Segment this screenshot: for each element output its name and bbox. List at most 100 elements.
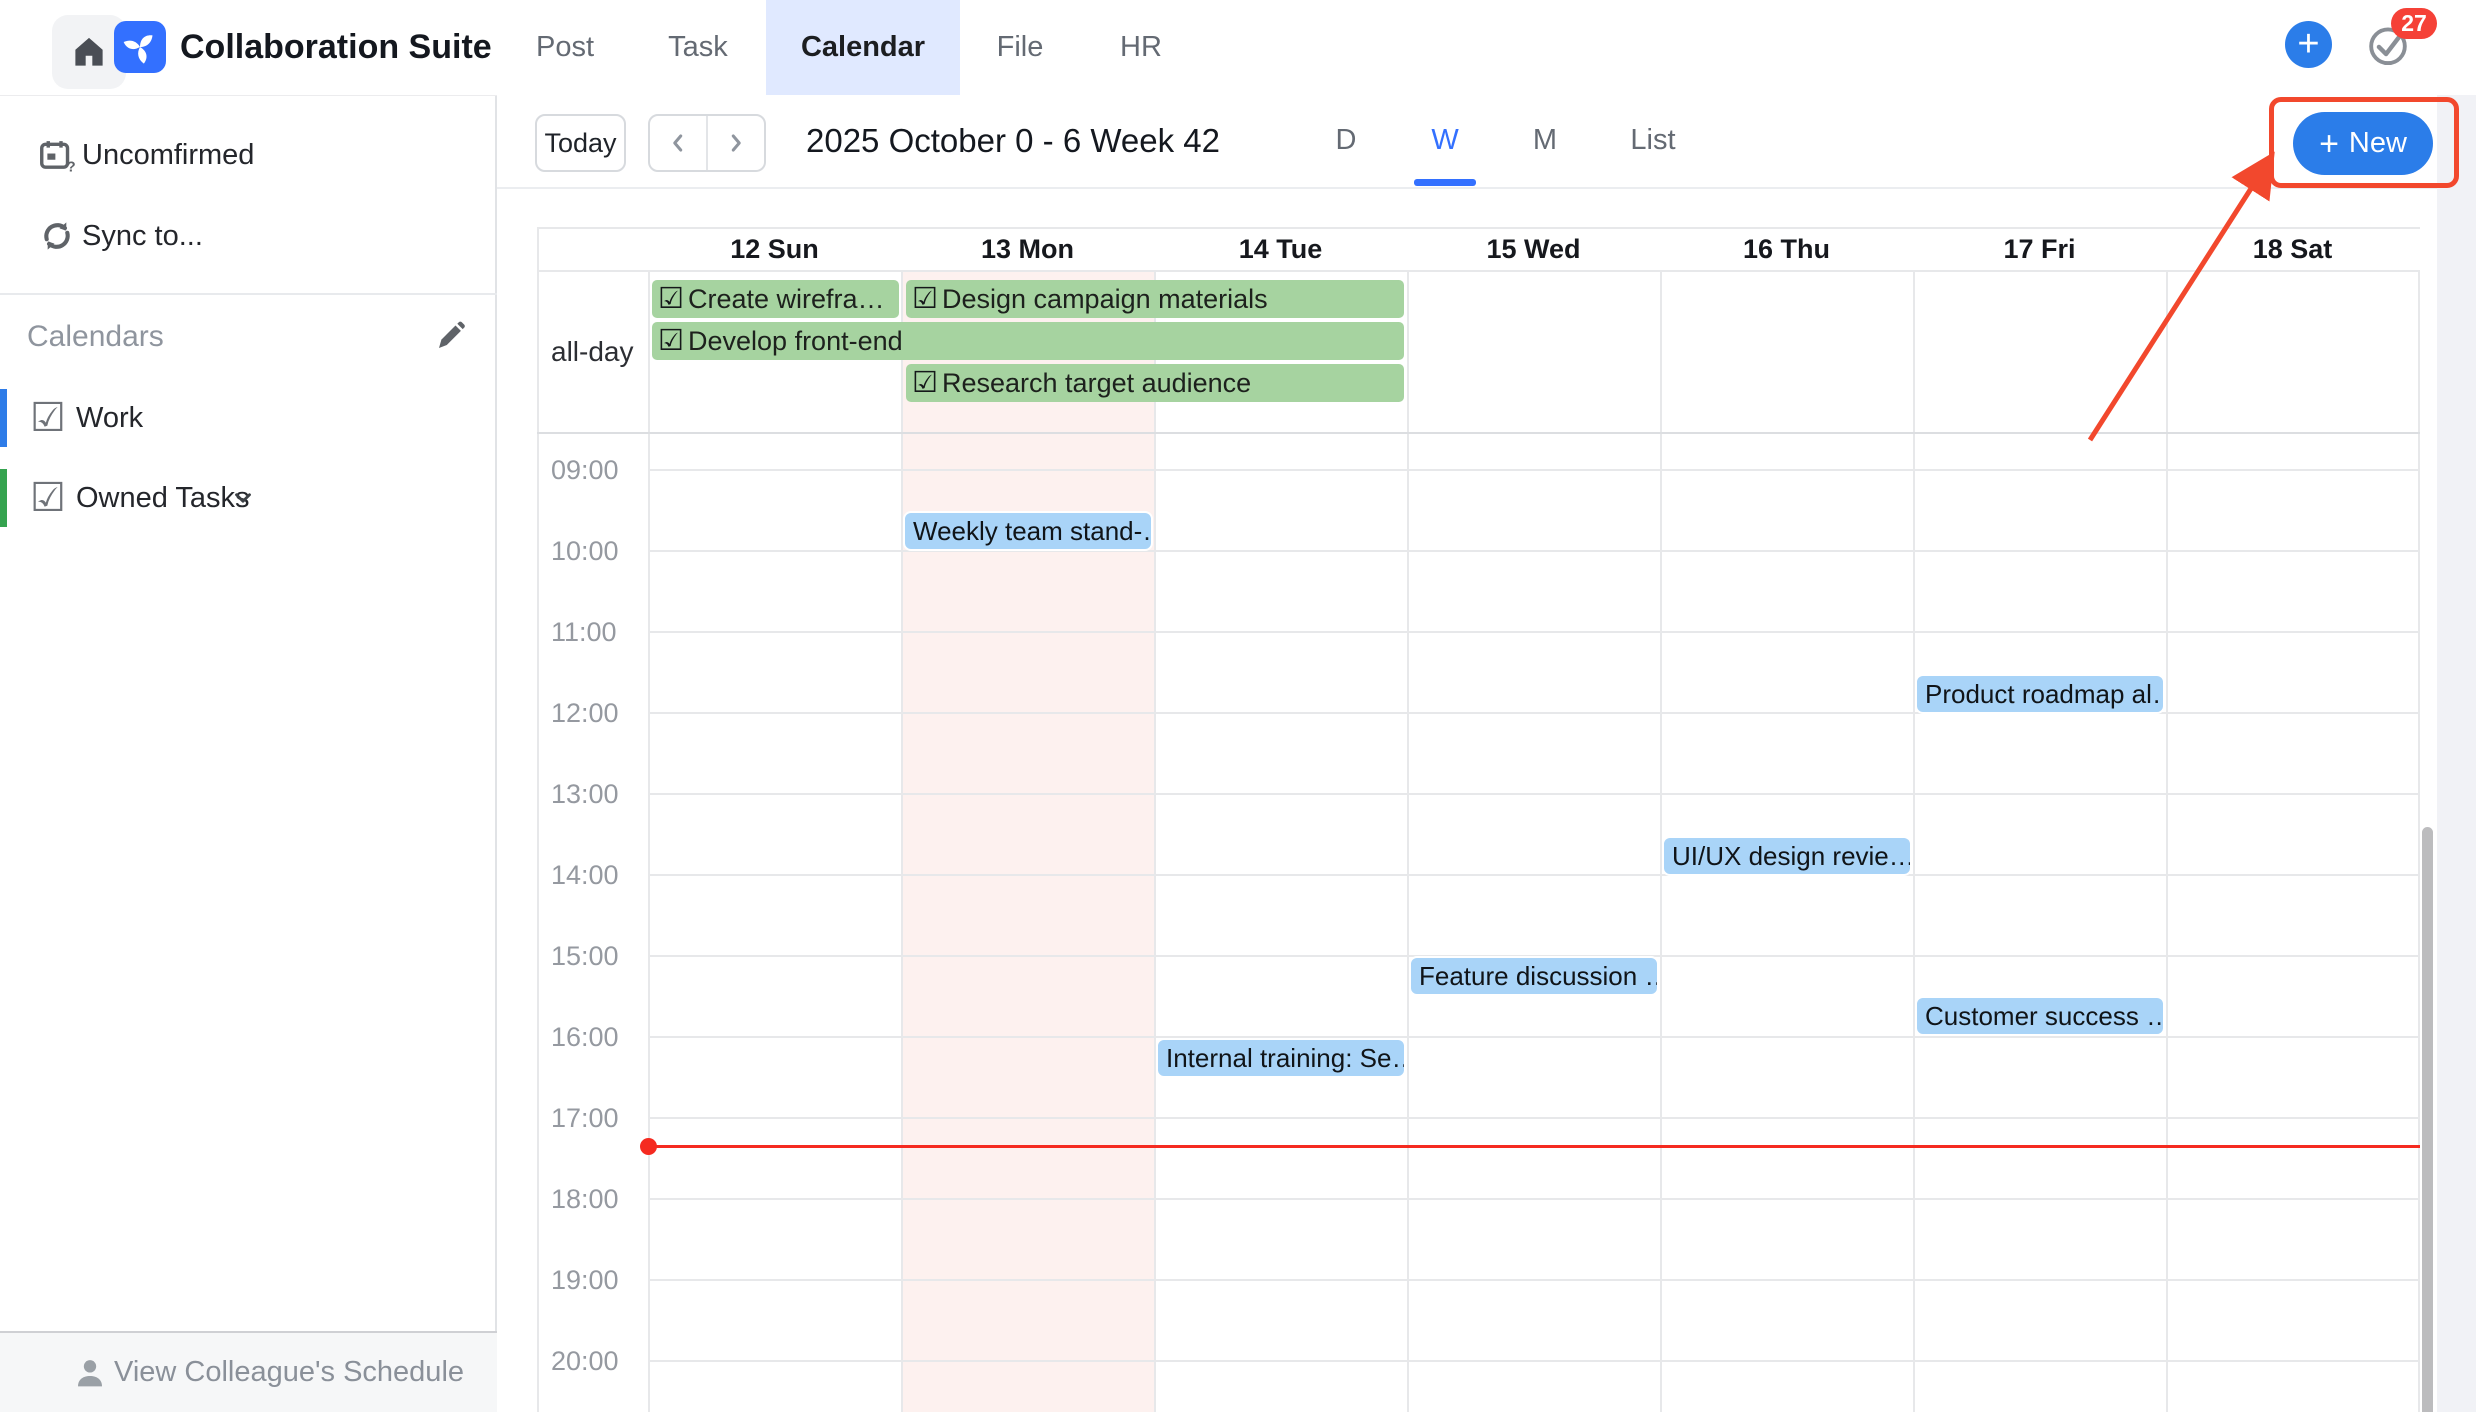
sidebar-divider — [0, 293, 497, 295]
all-day-label: all-day — [551, 336, 633, 368]
day-header-fri[interactable]: 17 Fri — [1913, 228, 2166, 270]
calendar-row-owned-tasks[interactable]: ☑ Owned Tasks — [0, 469, 497, 527]
current-time-line — [646, 1145, 2420, 1148]
all-day-separator — [537, 432, 2420, 434]
time-label: 11:00 — [551, 617, 617, 648]
notification-badge: 27 — [2391, 8, 2437, 39]
sidebar-item-label: Sync to... — [82, 220, 203, 253]
view-colleague-schedule[interactable]: View Colleague's Schedule — [0, 1331, 497, 1412]
day-header-thu[interactable]: 16 Thu — [1660, 228, 1913, 270]
time-label: 13:00 — [551, 779, 619, 810]
tab-file[interactable]: File — [970, 0, 1070, 95]
task-checkbox-icon: ☑ — [658, 285, 684, 314]
time-label: 12:00 — [551, 698, 619, 729]
sidebar-item-label: Uncomfirmed — [82, 139, 254, 172]
all-day-event[interactable]: ☑ Research target audience — [906, 364, 1404, 402]
app-logo[interactable] — [114, 21, 166, 73]
grid-right-border — [2418, 272, 2420, 1412]
column-line — [648, 272, 650, 1412]
sync-icon — [37, 216, 77, 256]
event-title: Customer success … — [1925, 1001, 2165, 1032]
time-label: 19:00 — [551, 1265, 619, 1296]
sidebar-item-unconfirmed[interactable]: ? Uncomfirmed — [0, 120, 497, 190]
house-icon — [70, 33, 108, 71]
time-label: 16:00 — [551, 1022, 619, 1053]
all-day-event[interactable]: ☑ Design campaign materials — [906, 280, 1404, 318]
current-day-column-highlight — [901, 272, 1154, 1412]
hour-line — [648, 793, 2420, 795]
all-day-event[interactable]: ☑ Develop front-end — [652, 322, 1404, 360]
calendar-label: Work — [76, 402, 143, 435]
prev-week-button[interactable] — [650, 116, 708, 170]
view-tab-list[interactable]: List — [1608, 95, 1698, 185]
vertical-scrollbar[interactable] — [2422, 827, 2433, 1412]
week-nav — [648, 114, 766, 172]
pinwheel-icon — [120, 27, 160, 67]
day-header-sat[interactable]: 18 Sat — [2166, 228, 2419, 270]
time-label: 10:00 — [551, 536, 619, 567]
timed-event[interactable]: Product roadmap al… — [1915, 674, 2165, 714]
event-title: Develop front-end — [688, 326, 903, 357]
timed-event[interactable]: Internal training: Se… — [1156, 1038, 1406, 1078]
day-header-tue[interactable]: 14 Tue — [1154, 228, 1407, 270]
app-window: Collaboration Suite Post Task Calendar F… — [0, 0, 2476, 1412]
checkbox-checked-icon[interactable]: ☑ — [30, 398, 66, 438]
tab-calendar[interactable]: Calendar — [766, 0, 960, 95]
chevron-down-icon[interactable] — [228, 485, 258, 511]
event-title: Design campaign materials — [942, 284, 1268, 315]
checkbox-checked-icon[interactable]: ☑ — [30, 478, 66, 518]
time-label: 17:00 — [551, 1103, 619, 1134]
hour-line — [648, 469, 2420, 471]
calendar-color-bar — [0, 389, 7, 447]
tab-task[interactable]: Task — [648, 0, 748, 95]
view-tab-month[interactable]: M — [1520, 95, 1570, 185]
hour-line — [648, 874, 2420, 876]
all-day-event[interactable]: ☑ Create wirefra… — [652, 280, 899, 318]
app-title: Collaboration Suite — [180, 0, 492, 95]
date-range-title: 2025 October 0 - 6 Week 42 — [806, 95, 1220, 187]
column-line — [1913, 272, 1915, 1412]
calendars-section-title: Calendars — [27, 320, 164, 354]
hour-line — [648, 631, 2420, 633]
edit-calendars-button[interactable] — [428, 314, 474, 358]
person-icon — [70, 1353, 110, 1393]
time-label: 18:00 — [551, 1184, 619, 1215]
window-edge-strip — [2437, 95, 2476, 1412]
view-tab-day[interactable]: D — [1321, 95, 1371, 185]
event-title: Research target audience — [942, 368, 1251, 399]
day-header-sun[interactable]: 12 Sun — [648, 228, 901, 270]
hour-line — [648, 1198, 2420, 1200]
calendar-question-icon: ? — [37, 135, 77, 175]
timed-event[interactable]: Weekly team stand-… — [903, 511, 1153, 551]
hour-line — [648, 1117, 2420, 1119]
timed-event[interactable]: Customer success … — [1915, 996, 2165, 1036]
hour-line — [648, 1279, 2420, 1281]
day-header-mon[interactable]: 13 Mon — [901, 228, 1154, 270]
chevron-left-icon — [665, 130, 691, 156]
task-checkbox-icon: ☑ — [658, 327, 684, 356]
grid-left-border — [537, 227, 539, 1412]
sidebar-item-sync[interactable]: Sync to... — [0, 201, 497, 271]
timed-event[interactable]: Feature discussion … — [1409, 956, 1659, 996]
event-title: Create wirefra… — [688, 284, 885, 315]
tab-post[interactable]: Post — [515, 0, 615, 95]
chevron-right-icon — [723, 130, 749, 156]
plus-icon: + — [2297, 23, 2319, 66]
view-tab-week[interactable]: W — [1420, 95, 1470, 185]
next-week-button[interactable] — [708, 116, 764, 170]
task-checkbox-icon: ☑ — [912, 369, 938, 398]
time-label: 09:00 — [551, 455, 619, 486]
calendar-row-work[interactable]: ☑ Work — [0, 389, 497, 447]
today-button[interactable]: Today — [535, 114, 626, 172]
create-button[interactable]: + — [2285, 21, 2332, 68]
timed-event[interactable]: UI/UX design revie… — [1662, 836, 1912, 876]
event-title: Internal training: Se… — [1166, 1043, 1406, 1074]
hour-line — [648, 1360, 2420, 1362]
day-header-border — [537, 270, 2420, 272]
column-line — [901, 272, 903, 1412]
event-title: Product roadmap al… — [1925, 679, 2165, 710]
svg-text:?: ? — [67, 159, 76, 174]
tab-hr[interactable]: HR — [1091, 0, 1191, 95]
day-header-wed[interactable]: 15 Wed — [1407, 228, 1660, 270]
time-label: 20:00 — [551, 1346, 619, 1377]
